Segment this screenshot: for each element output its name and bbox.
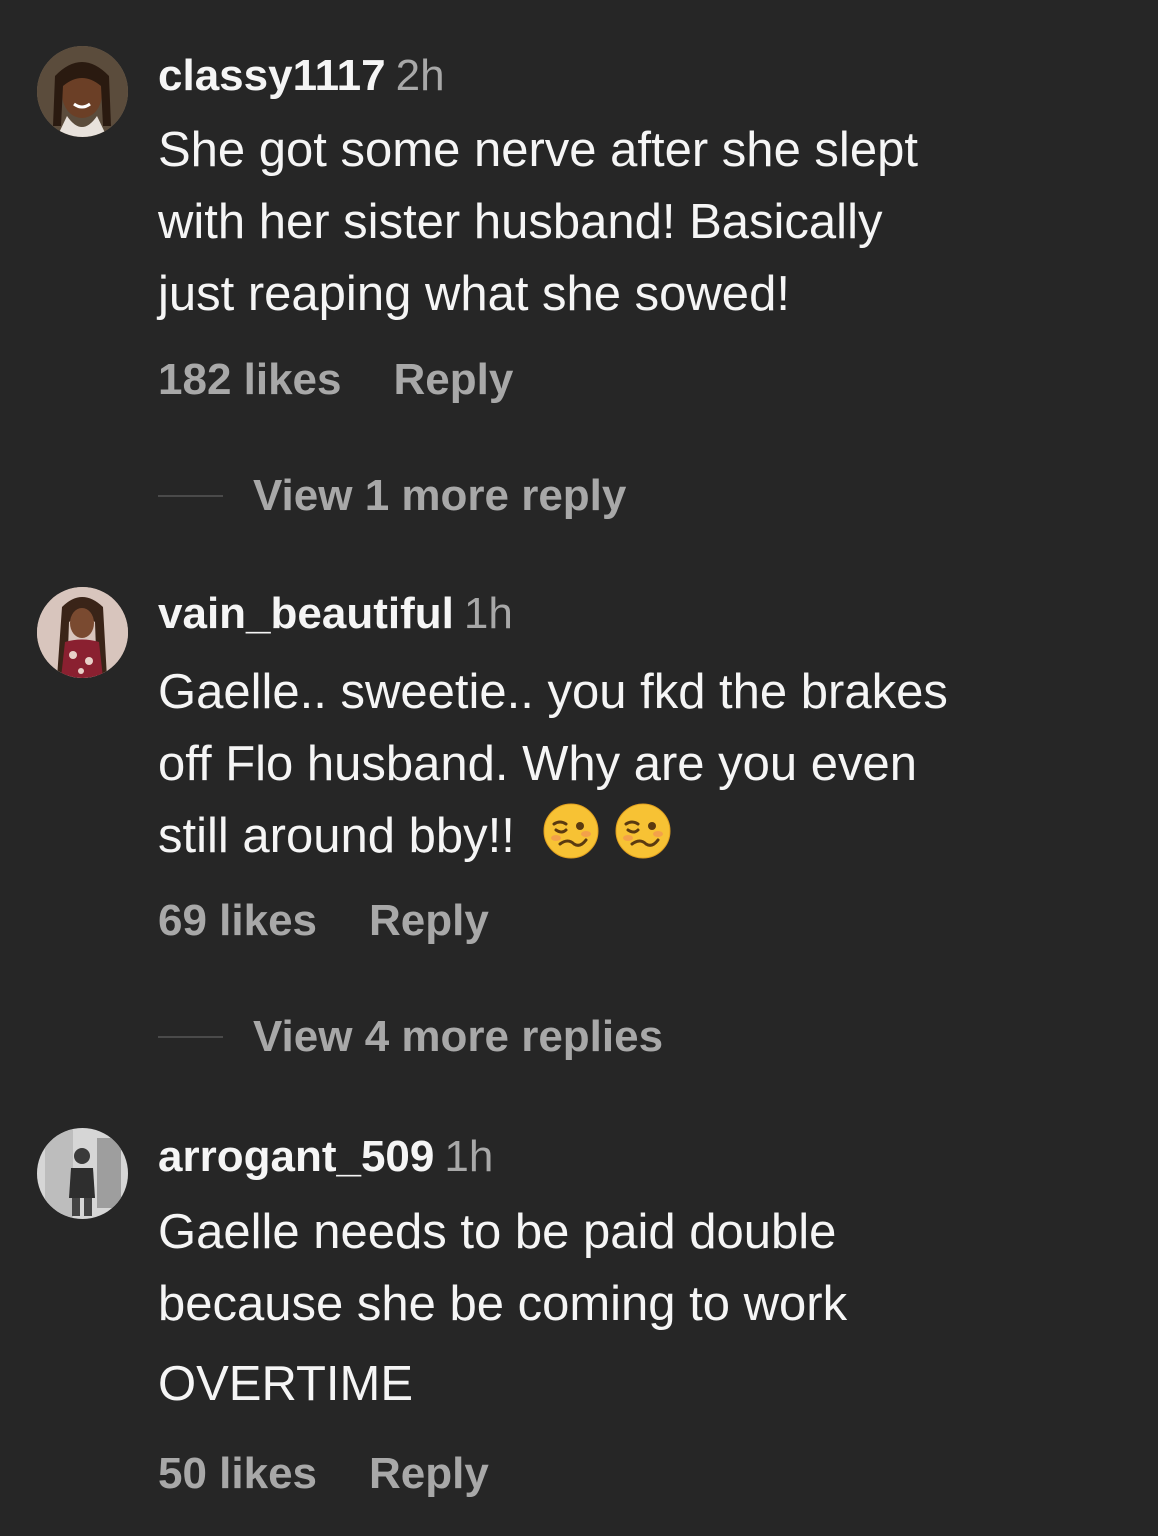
comment-meta: 182 likes Reply	[158, 354, 513, 406]
reply-button[interactable]: Reply	[369, 896, 489, 945]
timestamp: 1h	[444, 1132, 494, 1181]
view-replies-label: View 1 more reply	[253, 471, 627, 520]
reply-button[interactable]: Reply	[394, 355, 514, 404]
comment-text-line: OVERTIME	[158, 1357, 414, 1411]
comment-text: She got some nerve after she slept with …	[158, 114, 1118, 330]
likes-count[interactable]: 50 likes	[158, 1449, 317, 1498]
timestamp: 2h	[395, 51, 445, 100]
woozy-face-icon	[615, 803, 671, 859]
comment-header: vain_beautiful 1h	[158, 588, 513, 640]
avatar[interactable]	[37, 46, 128, 137]
timestamp: 1h	[463, 589, 513, 638]
comment-text-line-with-emoji: still around bby!!	[158, 800, 1118, 872]
comment-text-line: Gaelle.. sweetie.. you fkd the brakes	[158, 665, 948, 719]
comment-text-line: because she be coming to work	[158, 1277, 848, 1331]
reply-divider	[158, 1036, 223, 1038]
reply-divider	[158, 495, 223, 497]
avatar[interactable]	[37, 1128, 128, 1219]
view-replies-label: View 4 more replies	[253, 1012, 664, 1061]
likes-count[interactable]: 182 likes	[158, 355, 342, 404]
avatar[interactable]	[37, 587, 128, 678]
comment-text-line: She got some nerve after she slept	[158, 123, 918, 177]
reply-button[interactable]: Reply	[369, 1449, 489, 1498]
comment-header: classy1117 2h	[158, 50, 445, 102]
comment-meta: 69 likes Reply	[158, 895, 489, 947]
comment-header: arrogant_509 1h	[158, 1131, 493, 1183]
username[interactable]: vain_beautiful	[158, 589, 454, 638]
comment-text-line: just reaping what she sowed!	[158, 267, 790, 321]
woozy-face-icon	[543, 803, 599, 859]
username[interactable]: arrogant_509	[158, 1132, 434, 1181]
comment-meta: 50 likes Reply	[158, 1448, 489, 1500]
username[interactable]: classy1117	[158, 51, 386, 100]
view-replies-button[interactable]: View 4 more replies	[158, 1011, 663, 1063]
comment-text-line: still around bby!!	[158, 809, 515, 863]
comment-text-line: with her sister husband! Basically	[158, 195, 883, 249]
comment-text: Gaelle.. sweetie.. you fkd the brakes of…	[158, 656, 1118, 872]
likes-count[interactable]: 69 likes	[158, 896, 317, 945]
comment-text-line: Gaelle needs to be paid double	[158, 1205, 837, 1259]
comment-text-line: off Flo husband. Why are you even	[158, 737, 918, 791]
view-replies-button[interactable]: View 1 more reply	[158, 470, 626, 522]
comment-text: Gaelle needs to be paid double because s…	[158, 1196, 1118, 1420]
